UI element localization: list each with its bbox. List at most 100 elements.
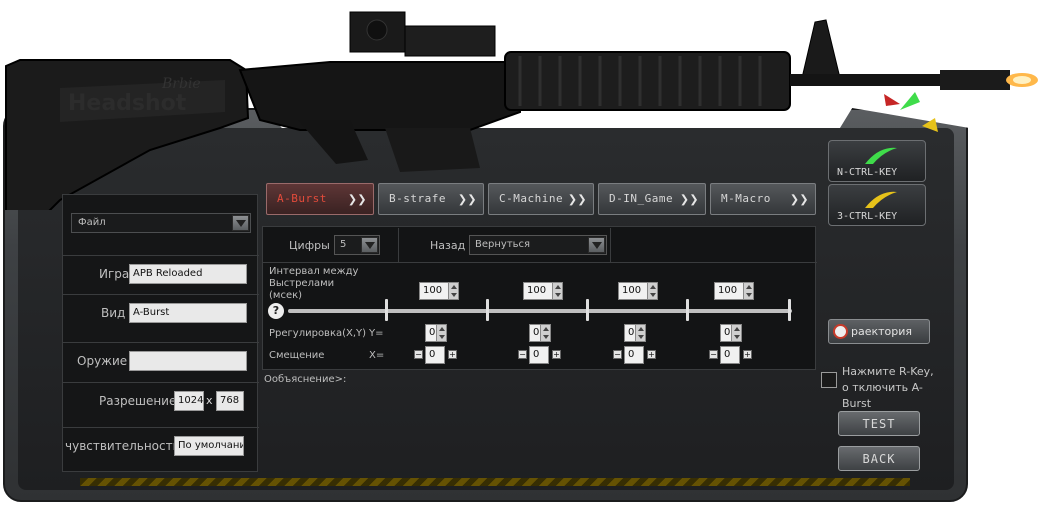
plus-icon[interactable]: +: [448, 350, 457, 359]
sensitivity-field[interactable]: По умолчани: [174, 436, 244, 456]
tab-m-macro-label: M-Macro: [721, 192, 771, 205]
interval-spinner-3[interactable]: 100: [618, 282, 658, 300]
back-select[interactable]: Вернуться: [469, 235, 607, 255]
interval-value-1: 100: [423, 285, 443, 296]
divider: [398, 228, 399, 262]
y-spinner-3[interactable]: 0: [624, 324, 646, 342]
x-label: X=: [369, 350, 385, 361]
slider-handle-3[interactable]: [586, 299, 589, 321]
chevron-right-icon: ❯❯: [567, 190, 587, 208]
interval-spinner-2[interactable]: 100: [523, 282, 563, 300]
slider-handle-2[interactable]: [486, 299, 489, 321]
digits-select[interactable]: 5: [334, 235, 380, 255]
slider-handle-1[interactable]: [385, 299, 388, 321]
tab-a-burst[interactable]: A-Burst ❯❯: [266, 183, 374, 215]
green-swoosh-icon: [865, 147, 897, 164]
spinner-arrows-icon[interactable]: [448, 283, 458, 299]
x-value-2: 0: [533, 349, 540, 360]
sensitivity-label: чувствительность: [65, 439, 180, 453]
n-ctrl-key-badge[interactable]: N-CTRL-KEY: [828, 140, 926, 182]
resolution-separator: x: [206, 394, 213, 407]
y-value-3: 0: [628, 327, 635, 338]
spinner-arrows-icon[interactable]: [436, 325, 446, 341]
game-field[interactable]: APB Reloaded: [129, 264, 247, 284]
x-spinner-3[interactable]: 0: [624, 346, 644, 364]
disable-burst-checkbox[interactable]: [821, 372, 837, 388]
y-spinner-1[interactable]: 0: [425, 324, 447, 342]
minus-icon[interactable]: −: [613, 350, 622, 359]
tab-c-machine[interactable]: C-Machine ❯❯: [488, 183, 594, 215]
back-label: Назад: [430, 239, 466, 252]
test-button[interactable]: TEST: [838, 411, 920, 436]
yellow-swoosh-icon: [865, 191, 897, 208]
disable-burst-hint: Нажмите R-Key, о тключить A-Burst: [842, 365, 934, 410]
x-value-4: 0: [724, 349, 731, 360]
tab-b-strafe-label: B-strafe: [389, 192, 446, 205]
weapon-label: Оружие: [77, 354, 128, 368]
stock-engraving: Headshot: [68, 91, 187, 116]
trajectory-label: раектория: [851, 325, 913, 338]
interval-value-3: 100: [622, 285, 642, 296]
target-icon: [833, 324, 848, 339]
spinner-arrows-icon[interactable]: [635, 325, 645, 341]
tab-c-machine-label: C-Machine: [499, 192, 564, 205]
interval-spinner-4[interactable]: 100: [714, 282, 754, 300]
slider-handle-4[interactable]: [686, 299, 689, 321]
help-icon[interactable]: ?: [268, 303, 284, 319]
divider: [610, 228, 611, 262]
interval-label-line3: (мсек): [269, 290, 303, 301]
y-value-1: 0: [429, 327, 436, 338]
y-spinner-4[interactable]: 0: [720, 324, 742, 342]
plus-icon[interactable]: +: [647, 350, 656, 359]
x-value-1: 0: [429, 349, 436, 360]
back-value: Вернуться: [475, 239, 531, 250]
resolution-height-field[interactable]: 768: [216, 391, 244, 411]
file-menu[interactable]: Файл: [71, 213, 251, 233]
game-label: Игра: [99, 267, 130, 281]
digits-label: Цифры: [289, 239, 330, 252]
n-ctrl-key-label: N-CTRL-KEY: [837, 167, 898, 178]
x-spinner-4[interactable]: 0: [720, 346, 740, 364]
plus-icon[interactable]: +: [743, 350, 752, 359]
tab-m-macro[interactable]: M-Macro ❯❯: [710, 183, 816, 215]
interval-label-line2: Выстрелами: [269, 278, 335, 289]
minus-icon[interactable]: −: [709, 350, 718, 359]
spinner-arrows-icon[interactable]: [647, 283, 657, 299]
interval-slider-track[interactable]: [288, 309, 792, 313]
trajectory-button[interactable]: раектория: [828, 319, 930, 344]
slider-handle-5[interactable]: [788, 299, 791, 321]
sensitivity-row: чувствительность По умолчани: [63, 427, 259, 465]
y-spinner-2[interactable]: 0: [529, 324, 551, 342]
spinner-arrows-icon[interactable]: [731, 325, 741, 341]
y-value-2: 0: [533, 327, 540, 338]
chevron-down-icon[interactable]: [232, 215, 249, 231]
view-field[interactable]: A-Burst: [129, 303, 247, 323]
3-ctrl-key-badge[interactable]: 3-CTRL-KEY: [828, 184, 926, 226]
chevron-down-icon[interactable]: [588, 237, 605, 253]
explanation-label: Ообъяснение>:: [264, 374, 347, 385]
spinner-arrows-icon[interactable]: [552, 283, 562, 299]
interval-label-line1: Интервал между: [269, 266, 359, 277]
minus-icon[interactable]: −: [518, 350, 527, 359]
spinner-arrows-icon[interactable]: [540, 325, 550, 341]
spinner-arrows-icon[interactable]: [743, 283, 753, 299]
y-value-4: 0: [724, 327, 731, 338]
plus-icon[interactable]: +: [552, 350, 561, 359]
view-label: Вид: [101, 306, 126, 320]
x-spinner-2[interactable]: 0: [529, 346, 549, 364]
back-button[interactable]: BACK: [838, 446, 920, 471]
resolution-label: Разрешение: [99, 394, 177, 408]
tab-b-strafe[interactable]: B-strafe ❯❯: [378, 183, 484, 215]
minus-icon[interactable]: −: [414, 350, 423, 359]
tab-d-in-game[interactable]: D-IN_Game ❯❯: [598, 183, 706, 215]
view-row: Вид A-Burst: [63, 294, 259, 332]
x-spinner-1[interactable]: 0: [425, 346, 445, 364]
weapon-field[interactable]: [129, 351, 247, 371]
interval-value-4: 100: [718, 285, 738, 296]
chevron-right-icon: ❯❯: [679, 190, 699, 208]
settings-panel: Файл Игра APB Reloaded Вид A-Burst Оружи…: [62, 194, 259, 472]
interval-spinner-1[interactable]: 100: [419, 282, 459, 300]
chevron-down-icon[interactable]: [361, 237, 378, 253]
hazard-stripe: [80, 478, 910, 486]
resolution-width-field[interactable]: 1024: [174, 391, 204, 411]
